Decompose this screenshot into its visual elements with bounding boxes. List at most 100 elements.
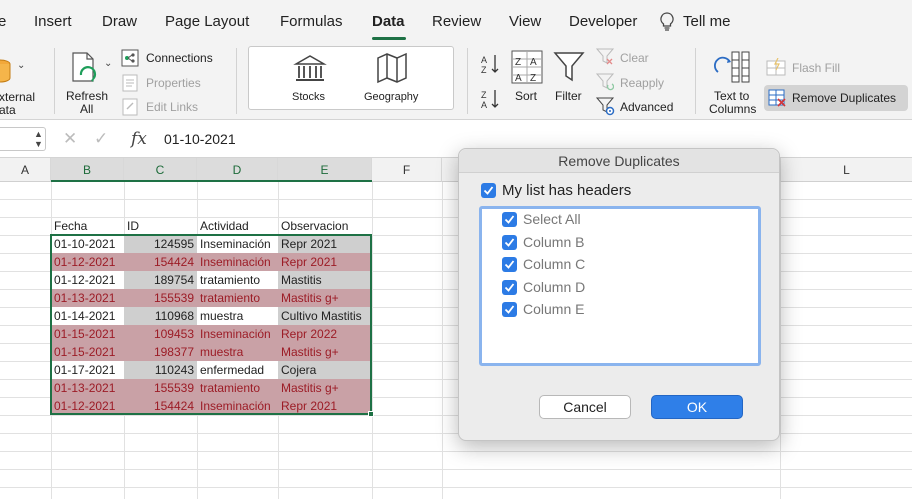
- table-cell[interactable]: 01-14-2021: [51, 307, 124, 325]
- name-box-stepper-icon[interactable]: ▲ ▼: [34, 129, 43, 149]
- table-cell[interactable]: 189754: [124, 271, 197, 289]
- table-cell[interactable]: 01-12-2021: [51, 271, 124, 289]
- tab-page-layout[interactable]: Page Layout: [165, 13, 249, 30]
- name-box[interactable]: ▲ ▼: [0, 127, 46, 151]
- sort-button[interactable]: Sort: [515, 89, 537, 103]
- ok-button[interactable]: OK: [651, 395, 743, 419]
- table-cell[interactable]: 110243: [124, 361, 197, 379]
- tab-home[interactable]: e: [0, 13, 6, 30]
- table-cell[interactable]: 109453: [124, 325, 197, 343]
- table-cell[interactable]: Inseminación: [197, 253, 278, 271]
- column-header-e[interactable]: E: [278, 158, 372, 182]
- column-header-a[interactable]: A: [0, 158, 51, 182]
- column-e-checkbox[interactable]: [502, 302, 517, 317]
- reapply-button[interactable]: Reapply: [620, 76, 664, 90]
- table-cell[interactable]: 01-12-2021: [51, 253, 124, 271]
- header-cell[interactable]: Observacion: [278, 217, 372, 235]
- filter-funnel-icon[interactable]: [553, 51, 585, 88]
- column-header-l[interactable]: L: [780, 158, 912, 182]
- table-cell[interactable]: 198377: [124, 343, 197, 361]
- table-cell[interactable]: Mastitis g+: [278, 289, 372, 307]
- chevron-down-icon[interactable]: ⌄: [17, 60, 25, 71]
- header-cell[interactable]: ID: [124, 217, 197, 235]
- formula-input[interactable]: 01-10-2021: [164, 131, 236, 147]
- table-cell[interactable]: muestra: [197, 307, 278, 325]
- sort-a-z-icon[interactable]: AZ: [480, 53, 502, 80]
- table-cell[interactable]: Mastitis g+: [278, 343, 372, 361]
- table-cell[interactable]: Mastitis g+: [278, 379, 372, 397]
- fill-handle[interactable]: [368, 411, 374, 417]
- column-d-checkbox[interactable]: [502, 280, 517, 295]
- table-cell[interactable]: 01-12-2021: [51, 397, 124, 415]
- table-cell[interactable]: muestra: [197, 343, 278, 361]
- column-header-b[interactable]: B: [51, 158, 124, 182]
- table-cell[interactable]: Inseminación: [197, 397, 278, 415]
- tab-formulas[interactable]: Formulas: [280, 13, 343, 30]
- table-cell[interactable]: Repr 2021: [278, 397, 372, 415]
- advanced-filter-icon[interactable]: [595, 97, 616, 122]
- geography-button[interactable]: Geography: [364, 91, 418, 103]
- tab-draw[interactable]: Draw: [102, 13, 137, 30]
- table-cell[interactable]: tratamiento: [197, 289, 278, 307]
- table-cell[interactable]: Repr 2022: [278, 325, 372, 343]
- table-cell[interactable]: Mastitis: [278, 271, 372, 289]
- column-c-label[interactable]: Column C: [523, 256, 585, 272]
- connections-button[interactable]: Connections: [146, 51, 213, 65]
- edit-links-button[interactable]: Edit Links: [146, 100, 198, 114]
- table-cell[interactable]: 110968: [124, 307, 197, 325]
- remove-duplicates-button[interactable]: Remove Duplicates: [764, 85, 908, 111]
- refresh-all-icon[interactable]: [69, 50, 103, 89]
- function-fx-icon[interactable]: fx: [131, 129, 147, 149]
- table-cell[interactable]: Cultivo Mastitis: [278, 307, 372, 325]
- sort-z-a-icon[interactable]: ZA: [480, 88, 502, 115]
- clear-button[interactable]: Clear: [620, 51, 649, 65]
- tab-tell-me[interactable]: Tell me: [683, 13, 731, 30]
- flash-fill-button[interactable]: Flash Fill: [792, 61, 840, 75]
- chevron-down-icon[interactable]: ⌄: [104, 58, 112, 69]
- table-cell[interactable]: Inseminación: [197, 235, 278, 253]
- table-cell[interactable]: 124595: [124, 235, 197, 253]
- tab-review[interactable]: Review: [432, 13, 481, 30]
- table-cell[interactable]: 01-10-2021: [51, 235, 124, 253]
- table-cell[interactable]: Cojera: [278, 361, 372, 379]
- table-cell[interactable]: Repr 2021: [278, 235, 372, 253]
- header-cell[interactable]: Actividad: [197, 217, 278, 235]
- cancel-x-icon[interactable]: ✕: [63, 129, 77, 149]
- cancel-button[interactable]: Cancel: [539, 395, 631, 419]
- table-cell[interactable]: 01-13-2021: [51, 379, 124, 397]
- table-cell[interactable]: 155539: [124, 379, 197, 397]
- tab-developer[interactable]: Developer: [569, 13, 637, 30]
- table-cell[interactable]: Repr 2021: [278, 253, 372, 271]
- column-header-d[interactable]: D: [197, 158, 278, 182]
- select-all-checkbox[interactable]: [502, 212, 517, 227]
- column-header-c[interactable]: C: [124, 158, 197, 182]
- tab-insert[interactable]: Insert: [34, 13, 72, 30]
- table-cell[interactable]: 01-15-2021: [51, 343, 124, 361]
- sort-icon[interactable]: ZAAZ: [511, 50, 543, 89]
- headers-checkbox[interactable]: [481, 183, 496, 198]
- headers-checkbox-label[interactable]: My list has headers: [502, 182, 631, 199]
- column-b-label[interactable]: Column B: [523, 234, 584, 250]
- tab-data[interactable]: Data: [372, 13, 405, 30]
- table-cell[interactable]: Inseminación: [197, 325, 278, 343]
- header-cell[interactable]: Fecha: [51, 217, 124, 235]
- column-b-checkbox[interactable]: [502, 235, 517, 250]
- advanced-button[interactable]: Advanced: [620, 100, 673, 114]
- table-cell[interactable]: 01-13-2021: [51, 289, 124, 307]
- stocks-button[interactable]: Stocks: [292, 91, 325, 103]
- filter-button[interactable]: Filter: [555, 89, 582, 103]
- select-all-label[interactable]: Select All: [523, 211, 581, 227]
- table-cell[interactable]: 154424: [124, 253, 197, 271]
- geography-map-icon[interactable]: [375, 52, 409, 89]
- table-cell[interactable]: 154424: [124, 397, 197, 415]
- table-cell[interactable]: tratamiento: [197, 379, 278, 397]
- column-e-label[interactable]: Column E: [523, 301, 584, 317]
- table-cell[interactable]: tratamiento: [197, 271, 278, 289]
- tab-view[interactable]: View: [509, 13, 541, 30]
- dialog-title[interactable]: Remove Duplicates: [459, 149, 779, 173]
- column-header-f[interactable]: F: [372, 158, 442, 182]
- table-cell[interactable]: enfermedad: [197, 361, 278, 379]
- connections-icon[interactable]: [121, 49, 139, 72]
- stocks-bank-icon[interactable]: [293, 54, 327, 89]
- table-cell[interactable]: 01-15-2021: [51, 325, 124, 343]
